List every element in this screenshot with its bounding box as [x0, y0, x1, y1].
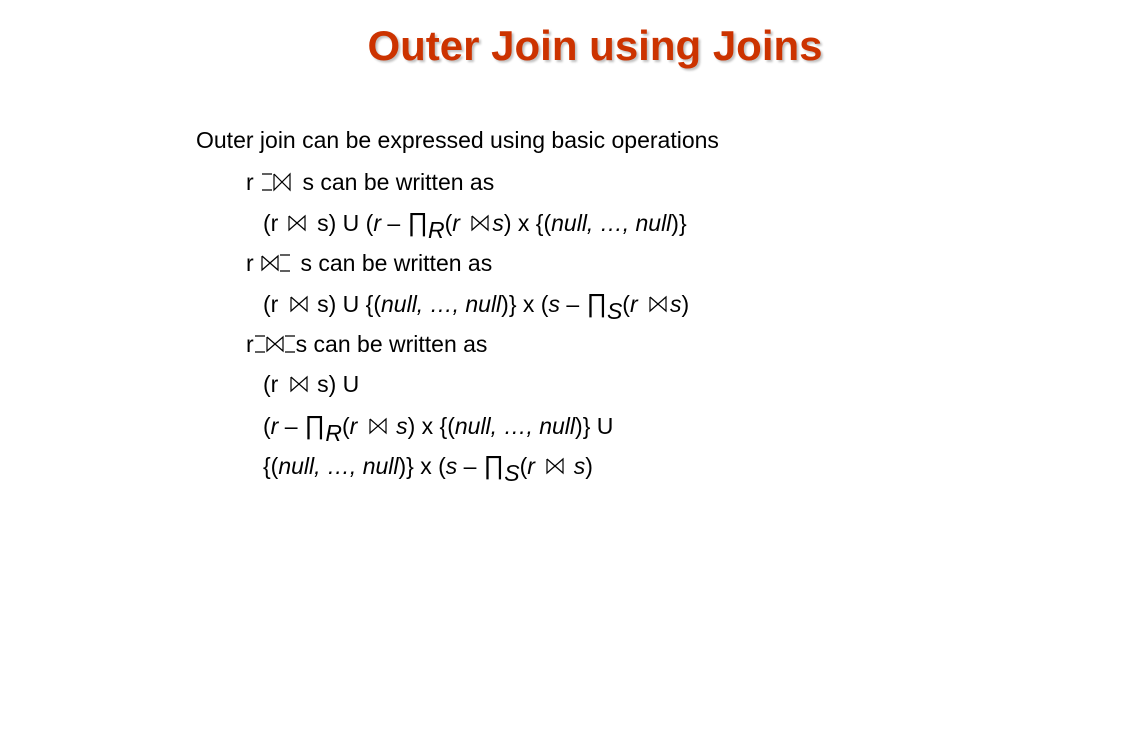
projection-icon: ∏	[483, 450, 504, 480]
expr-part: s) U {(	[317, 291, 381, 317]
expr-part: )}	[671, 210, 687, 236]
relation-s: s	[573, 453, 586, 479]
expr-part: )} x (	[398, 453, 446, 479]
expr-part: (r	[263, 210, 279, 236]
minus-sign: –	[457, 453, 483, 479]
expr-part: (r	[263, 291, 279, 317]
projection-subscript: R	[427, 217, 445, 243]
projection-icon: ∏	[586, 288, 607, 318]
null-tuple: null, …, null	[551, 210, 672, 236]
relation-r: r	[246, 250, 254, 276]
expr-part: s) U (	[317, 210, 374, 236]
left-outer-join-expression: (r s) U (r – ∏R(r s) x {(null, …, null)}	[263, 207, 687, 243]
expr-part: )	[585, 453, 593, 479]
slide-title: Outer Join using Joins	[367, 22, 823, 69]
intro-text: Outer join can be expressed using basic …	[196, 127, 719, 153]
projection-icon: ∏	[304, 410, 325, 440]
null-tuple: null, …, null	[278, 453, 399, 479]
relation-s: s	[445, 453, 458, 479]
relation-r: r	[373, 210, 381, 236]
relation-s: s	[548, 291, 560, 317]
relation-r: r	[349, 413, 358, 439]
natural-join-icon	[541, 455, 567, 477]
expr-part: ) x {(	[503, 210, 552, 236]
projection-subscript: S	[606, 298, 623, 324]
projection-icon: ∏	[407, 207, 428, 237]
natural-join-icon	[644, 293, 670, 315]
expr-part: ) x {(	[407, 413, 455, 439]
full-outer-join-expression-line-2: (r – ∏R(r s) x {(null, …, null)} U	[263, 410, 614, 446]
relation-s: s	[670, 291, 682, 317]
expr-part: {(	[263, 453, 279, 479]
relation-s: s	[492, 210, 504, 236]
null-tuple: null, …, null	[454, 413, 576, 439]
right-outer-join-icon	[260, 252, 294, 274]
expr-part: (r	[263, 371, 279, 397]
relation-r: r	[527, 453, 535, 479]
minus-sign: –	[381, 210, 407, 236]
full-outer-join-expression-line-1: (r s) U	[263, 370, 359, 398]
natural-join-icon	[285, 212, 311, 234]
full-outer-join-heading: r s can be written as	[246, 330, 487, 358]
expr-part: )} x (	[501, 291, 549, 317]
relation-r: r	[246, 331, 254, 357]
left-outer-join-heading-text: s can be written as	[302, 169, 495, 195]
left-outer-join-icon	[260, 171, 296, 193]
expr-part: (	[263, 413, 271, 439]
full-outer-join-icon	[254, 333, 296, 355]
projection-subscript: S	[504, 460, 520, 486]
natural-join-icon	[285, 373, 311, 395]
full-outer-join-heading-text: s can be written as	[295, 331, 488, 357]
null-tuple: null, …, null	[381, 291, 502, 317]
natural-join-icon	[466, 212, 492, 234]
expr-part: )} U	[575, 413, 614, 439]
right-outer-join-heading-text: s can be written as	[300, 250, 493, 276]
right-outer-join-heading: r s can be written as	[246, 249, 492, 277]
projection-subscript: R	[325, 420, 342, 446]
natural-join-icon	[285, 293, 311, 315]
expr-part: s) U	[317, 371, 360, 397]
minus-sign: –	[559, 291, 586, 317]
relation-r: r	[246, 169, 254, 195]
left-outer-join-heading: r s can be written as	[246, 168, 494, 196]
relation-r: r	[629, 291, 638, 317]
relation-s: s	[396, 413, 408, 439]
expr-part: )	[681, 291, 690, 317]
expr-part: (	[622, 291, 630, 317]
right-outer-join-expression: (r s) U {(null, …, null)} x (s – ∏S(r s)	[263, 288, 690, 324]
expr-part: (	[341, 413, 350, 439]
minus-sign: –	[278, 413, 304, 439]
natural-join-icon	[364, 415, 390, 437]
full-outer-join-expression-line-3: {(null, …, null)} x (s – ∏S(r s)	[263, 450, 593, 486]
relation-r: r	[452, 210, 460, 236]
